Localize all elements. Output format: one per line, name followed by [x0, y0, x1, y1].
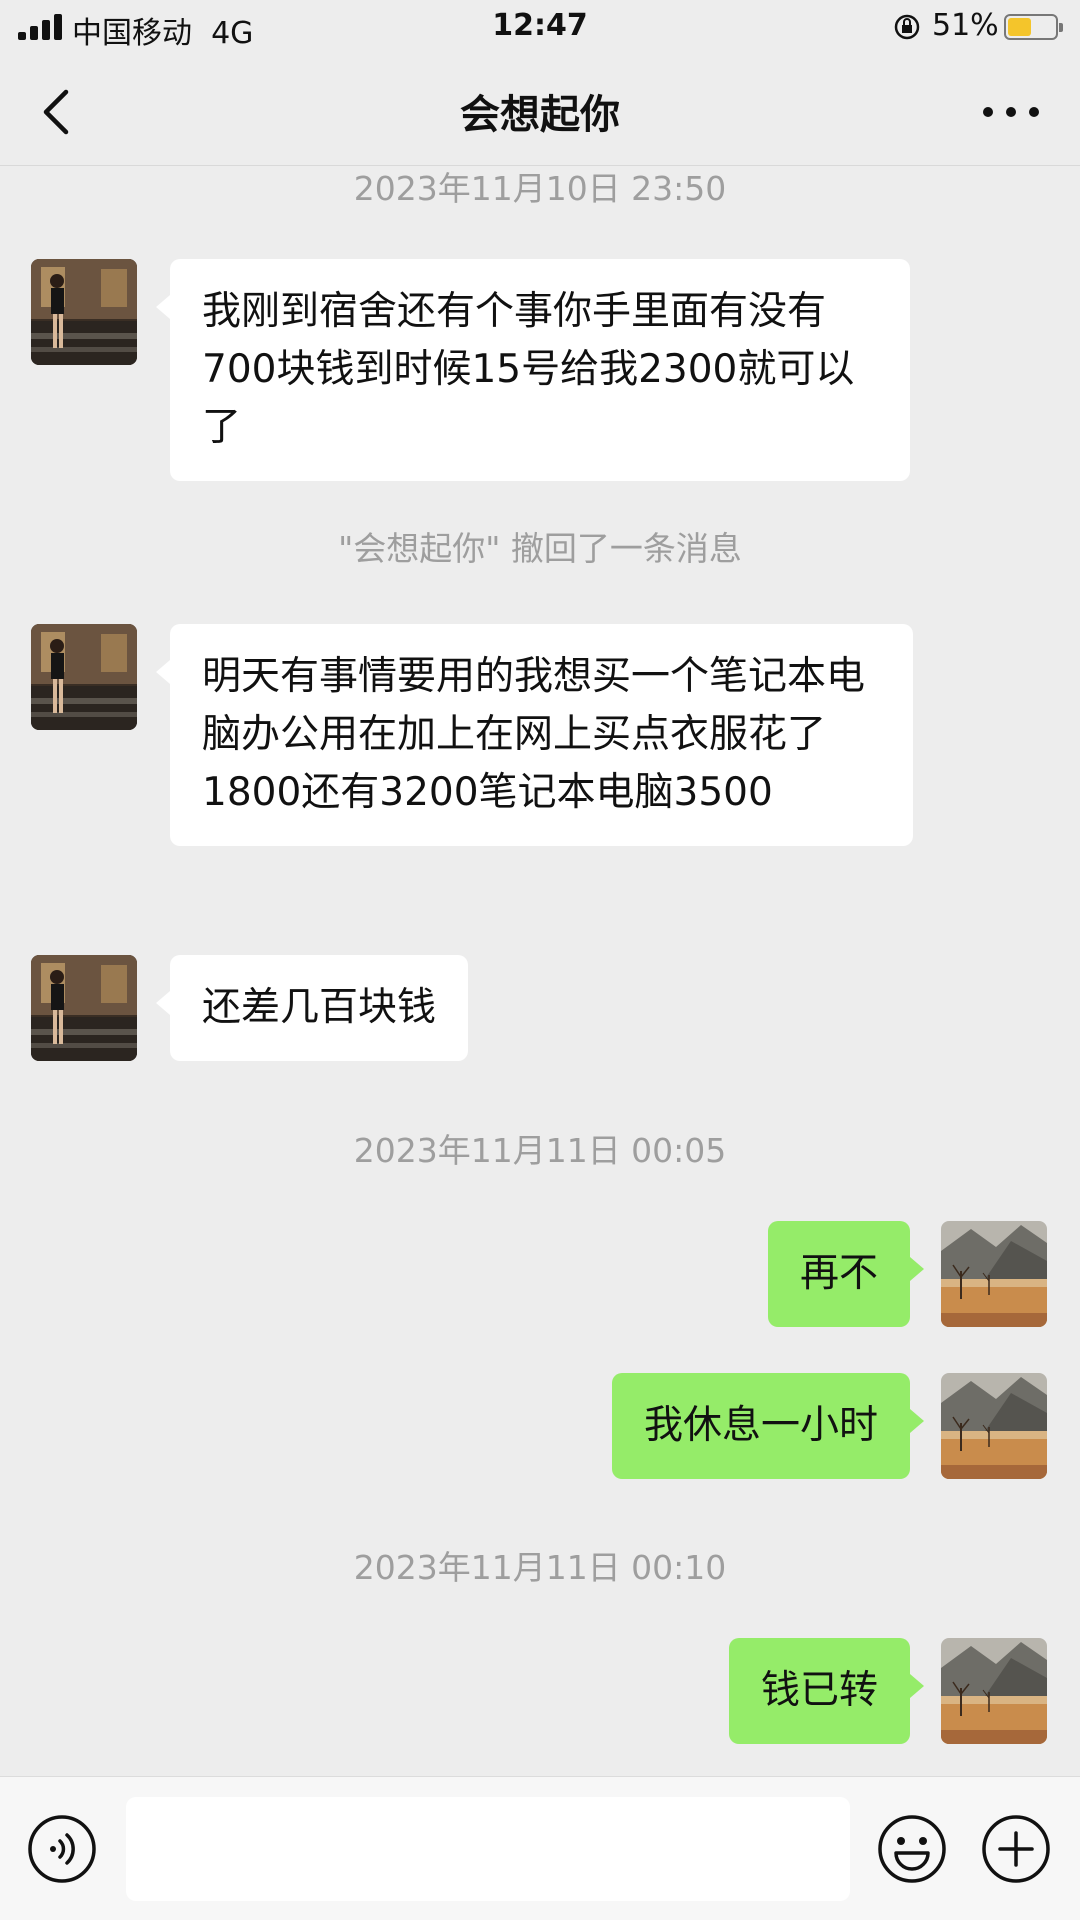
outgoing-message[interactable]: 钱已转 — [728, 1638, 925, 1744]
add-more-icon[interactable] — [980, 1813, 1052, 1885]
outgoing-message[interactable]: 再不 — [767, 1221, 925, 1327]
chat-header: 会想起你 — [0, 56, 1080, 166]
outgoing-message[interactable]: 我休息一小时 — [611, 1373, 925, 1479]
message-list[interactable]: 2023年11月10日 23:50 我刚到宿舍还有个事你手里面有没有700块钱到… — [0, 166, 1080, 1776]
battery-level-fill — [1008, 18, 1031, 36]
contact-avatar[interactable] — [31, 259, 137, 365]
emoji-icon[interactable] — [876, 1813, 948, 1885]
incoming-message[interactable]: 还差几百块钱 — [155, 955, 469, 1061]
rotation-lock-icon — [894, 14, 920, 40]
my-avatar[interactable] — [941, 1373, 1047, 1479]
my-avatar[interactable] — [941, 1638, 1047, 1744]
incoming-message[interactable]: 我刚到宿舍还有个事你手里面有没有700块钱到时候15号给我2300就可以了 — [156, 259, 910, 481]
chat-title: 会想起你 — [460, 92, 620, 138]
timestamp: 2023年11月11日 00:10 — [353, 1548, 727, 1587]
input-bar — [0, 1776, 1080, 1920]
recall-notice: "会想起你" 撤回了一条消息 — [338, 529, 742, 568]
incoming-message[interactable]: 明天有事情要用的我想买一个笔记本电脑办公用在加上在网上买点衣服花了1800还有3… — [156, 624, 913, 846]
voice-input-icon[interactable] — [26, 1813, 98, 1885]
contact-avatar[interactable] — [31, 624, 137, 730]
status-bar: 中国移动 4G 12:47 51% — [0, 0, 1080, 56]
more-options-icon[interactable] — [976, 92, 1046, 132]
battery-percent: 51% — [932, 8, 999, 43]
contact-avatar[interactable] — [31, 955, 137, 1061]
timestamp: 2023年11月11日 00:05 — [353, 1131, 727, 1170]
my-avatar[interactable] — [941, 1221, 1047, 1327]
back-icon[interactable] — [30, 84, 86, 140]
battery-icon — [1004, 14, 1063, 40]
timestamp: 2023年11月10日 23:50 — [353, 169, 727, 208]
message-input[interactable] — [126, 1797, 850, 1901]
